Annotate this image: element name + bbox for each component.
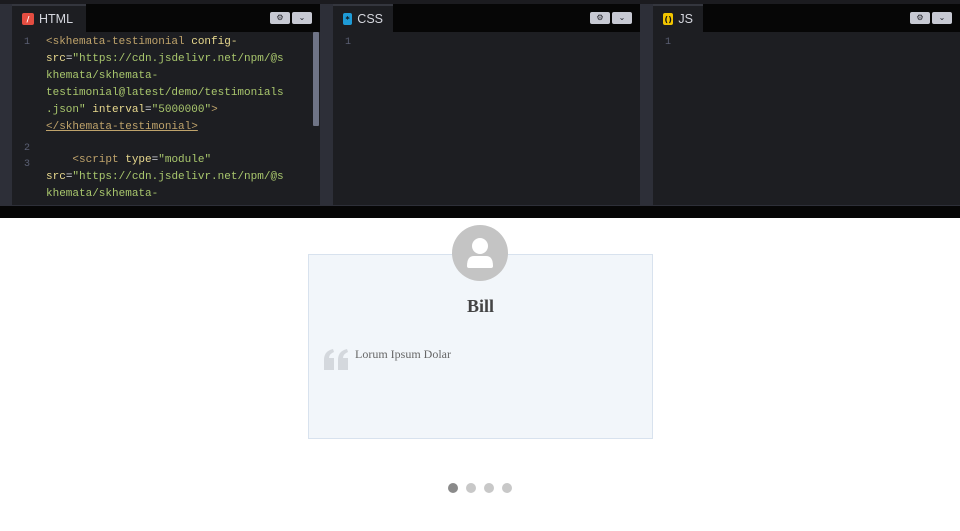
gear-icon: ⚙	[276, 13, 284, 22]
code-line: </skhemata-testimonial>	[46, 121, 198, 133]
avatar	[452, 225, 508, 281]
code-line: .json" interval="5000000">	[46, 104, 218, 116]
chevron-down-icon: ⌄	[938, 13, 946, 22]
js-icon: ()	[663, 13, 674, 25]
tab-css[interactable]: * CSS	[333, 4, 393, 32]
html-panel-controls: ⚙ ⌄	[270, 12, 312, 24]
line-number: 1	[24, 37, 31, 48]
html-panel-header: / HTML ⚙ ⌄	[12, 4, 320, 32]
testimonial-author: Bill	[466, 296, 494, 316]
code-line: <skhemata-testimonial config-	[46, 36, 238, 48]
code-line: khemata/skhemata-	[46, 70, 159, 82]
code-line: src="https://cdn.jsdelivr.net/npm/@s	[46, 171, 284, 183]
css-editor-panel: * CSS ⚙ ⌄ 1	[333, 4, 640, 205]
code-line: testimonial@latest/demo/testimonials	[46, 87, 284, 99]
collapse-button[interactable]: ⌄	[612, 12, 632, 24]
code-editors: / HTML ⚙ ⌄ 1 <skhemata-testimonial confi…	[0, 0, 960, 218]
collapse-button[interactable]: ⌄	[932, 12, 952, 24]
tab-js-label: JS	[678, 12, 693, 26]
panel-gutter-left	[0, 4, 12, 205]
tab-js[interactable]: () JS	[653, 4, 703, 32]
carousel-dot[interactable]	[448, 483, 458, 493]
line-number: 1	[665, 37, 672, 48]
html-editor-panel: / HTML ⚙ ⌄ 1 <skhemata-testimonial confi…	[12, 4, 320, 205]
gear-icon: ⚙	[916, 13, 924, 22]
user-icon	[467, 238, 493, 268]
html-icon: /	[22, 13, 34, 25]
code-line: src="https://cdn.jsdelivr.net/npm/@s	[46, 53, 284, 65]
settings-button[interactable]: ⚙	[590, 12, 610, 24]
css-icon: *	[343, 13, 353, 25]
settings-button[interactable]: ⚙	[270, 12, 290, 24]
line-number: 2	[24, 143, 31, 154]
gear-icon: ⚙	[596, 13, 604, 22]
chevron-down-icon: ⌄	[618, 13, 626, 22]
resize-bar[interactable]	[0, 205, 960, 218]
quote-icon	[324, 349, 348, 370]
tab-css-label: CSS	[357, 12, 383, 26]
js-panel-controls: ⚙ ⌄	[910, 12, 952, 24]
css-panel-header: * CSS ⚙ ⌄	[333, 4, 640, 32]
css-panel-controls: ⚙ ⌄	[590, 12, 632, 24]
result-preview: Bill Lorum Ipsum Dolar	[0, 218, 960, 531]
carousel-dot[interactable]	[466, 483, 476, 493]
panel-gutter[interactable]	[320, 4, 333, 205]
chevron-down-icon: ⌄	[298, 13, 306, 22]
js-editor-panel: () JS ⚙ ⌄ 1	[653, 4, 960, 205]
line-number: 3	[24, 159, 31, 170]
css-code-area[interactable]: 1	[333, 32, 640, 205]
code-line: khemata/skhemata-	[46, 188, 159, 200]
tab-html-label: HTML	[39, 12, 74, 26]
js-panel-header: () JS ⚙ ⌄	[653, 4, 960, 32]
carousel-dot[interactable]	[502, 483, 512, 493]
js-code-area[interactable]: 1	[653, 32, 960, 205]
line-number: 1	[345, 37, 352, 48]
settings-button[interactable]: ⚙	[910, 12, 930, 24]
panel-gutter[interactable]	[640, 4, 653, 205]
html-scrollbar[interactable]	[313, 32, 319, 126]
carousel-dots	[448, 483, 512, 493]
collapse-button[interactable]: ⌄	[292, 12, 312, 24]
tab-html[interactable]: / HTML	[12, 4, 86, 32]
code-line: <script type="module"	[72, 154, 212, 166]
carousel-dot[interactable]	[484, 483, 494, 493]
testimonial-quote: Lorum Ipsum Dolar	[355, 347, 451, 361]
html-code-area[interactable]: 1 <skhemata-testimonial config- src="htt…	[12, 32, 320, 205]
